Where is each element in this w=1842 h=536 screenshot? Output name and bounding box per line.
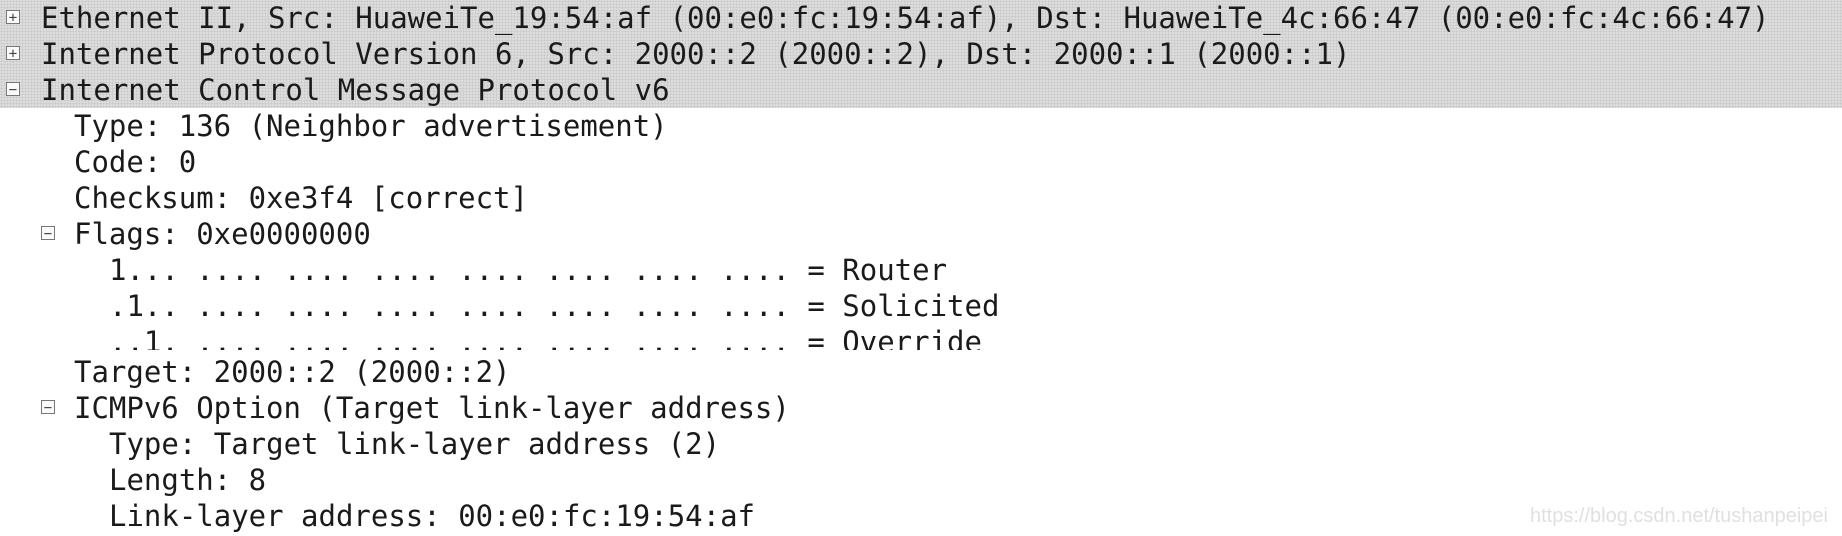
collapse-icon[interactable]: −	[6, 82, 20, 97]
tree-row[interactable]: + Ethernet II, Src: HuaweiTe_19:54:af (00…	[0, 0, 1842, 36]
tree-row[interactable]: + Internet Protocol Version 6, Src: 2000:…	[0, 36, 1842, 72]
tree-row-label: Type: 136 (Neighbor advertisement)	[74, 109, 668, 143]
collapse-icon[interactable]: −	[41, 226, 55, 241]
expand-icon[interactable]: +	[6, 46, 20, 61]
tree-row[interactable]: − Internet Control Message Protocol v6	[0, 72, 1842, 108]
tree-row[interactable]: − ICMPv6 Option (Target link-layer addres…	[0, 390, 1842, 426]
tree-row[interactable]: − Flags: 0xe0000000	[0, 216, 1842, 252]
collapse-icon[interactable]: −	[41, 400, 55, 415]
tree-row-label: Ethernet II, Src: HuaweiTe_19:54:af (00:…	[41, 1, 1770, 35]
tree-row[interactable]: 1... .... .... .... .... .... .... .... …	[0, 252, 1842, 288]
tree-row-label: Internet Control Message Protocol v6	[41, 73, 670, 107]
tree-row[interactable]: Checksum: 0xe3f4 [correct]	[0, 180, 1842, 216]
tree-row[interactable]: Type: Target link-layer address (2)	[0, 426, 1842, 462]
tree-row-label: Checksum: 0xe3f4 [correct]	[74, 181, 528, 215]
tree-row-label: ..1. .... .... .... .... .... .... .... …	[109, 325, 982, 350]
tree-row-label: Code: 0	[74, 145, 197, 179]
tree-row-label: Flags: 0xe0000000	[74, 217, 371, 251]
tree-row-label: 1... .... .... .... .... .... .... .... …	[109, 253, 948, 287]
tree-row-label: Internet Protocol Version 6, Src: 2000::…	[41, 37, 1351, 71]
watermark: https://blog.csdn.net/tushanpeipei	[1530, 505, 1828, 527]
tree-row-label: ICMPv6 Option (Target link-layer address…	[74, 391, 790, 425]
tree-row-label: Type: Target link-layer address (2)	[109, 427, 721, 461]
tree-row[interactable]: .1.. .... .... .... .... .... .... .... …	[0, 288, 1842, 324]
tree-row-label: .1.. .... .... .... .... .... .... .... …	[109, 289, 1000, 323]
tree-row-label: Length: 8	[109, 463, 267, 497]
tree-row-label: Target: 2000::2 (2000::2)	[74, 355, 511, 389]
expand-icon[interactable]: +	[6, 10, 20, 25]
tree-row[interactable]: Length: 8	[0, 462, 1842, 498]
tree-row[interactable]: Type: 136 (Neighbor advertisement)	[0, 108, 1842, 144]
tree-row[interactable]: Code: 0	[0, 144, 1842, 180]
tree-row-label: Link-layer address: 00:e0:fc:19:54:af	[109, 499, 756, 533]
tree-row[interactable]: Target: 2000::2 (2000::2)	[0, 354, 1842, 390]
